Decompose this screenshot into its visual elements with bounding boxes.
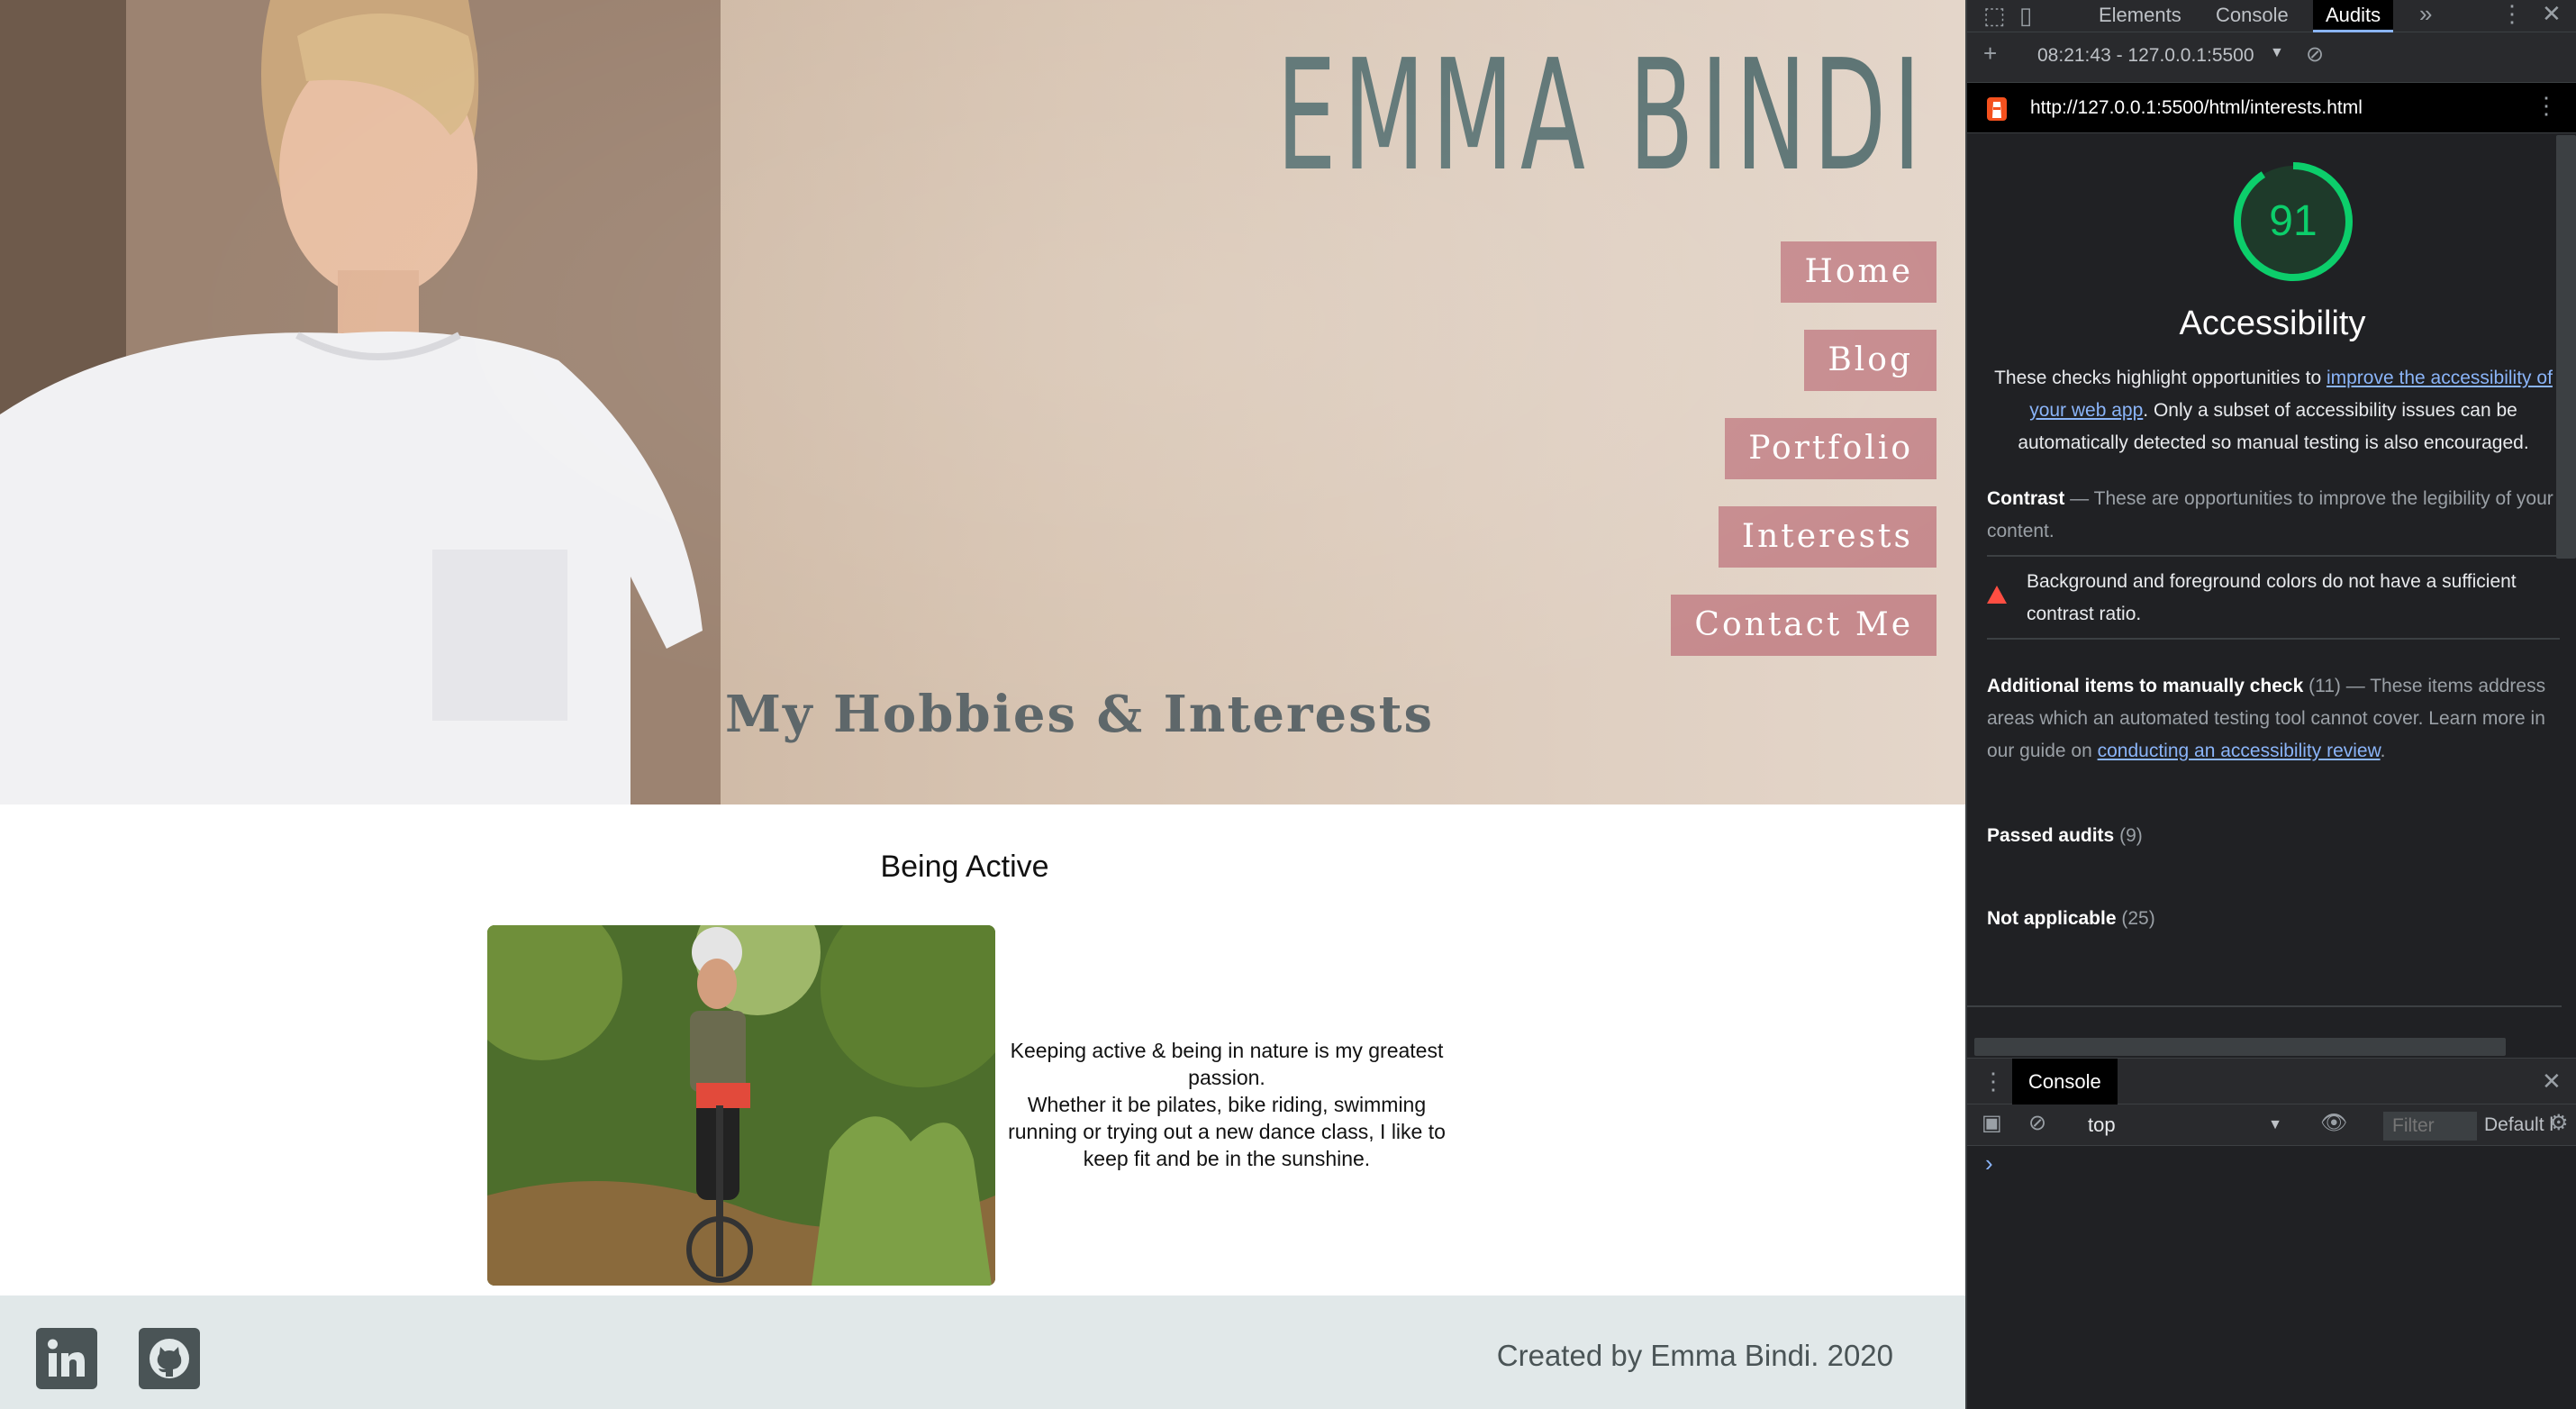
- section-text-line2: Whether it be pilates, bike riding, swim…: [1008, 1093, 1446, 1170]
- console-filter-input[interactable]: [2383, 1112, 2477, 1141]
- passed-count: (9): [2119, 825, 2143, 846]
- not-applicable-group[interactable]: Not applicable (25): [1987, 903, 2554, 935]
- devtools-panel: ⬚ ▯ Elements Console Audits » ⋮ ✕ + 08:2…: [1965, 0, 2576, 1409]
- report-selector[interactable]: 08:21:43 - 127.0.0.1:5500: [2037, 45, 2254, 67]
- divider: [1967, 1005, 2562, 1007]
- manual-count: (11): [2308, 676, 2341, 696]
- divider: [1987, 638, 2560, 640]
- hero-banner: EMMA BINDI Home Blog Portfolio Interests…: [0, 0, 1965, 804]
- more-tabs-icon[interactable]: »: [2419, 0, 2432, 28]
- score-value: 91: [2269, 197, 2317, 245]
- nav-home-button[interactable]: Home: [1781, 241, 1937, 303]
- category-description-pre: These checks highlight opportunities to: [1994, 368, 2327, 388]
- contrast-group[interactable]: Contrast — These are opportunities to im…: [1987, 483, 2554, 548]
- kebab-menu-icon[interactable]: ⋮: [2500, 0, 2524, 28]
- warning-icon: [1987, 586, 2007, 604]
- site-title: EMMA BINDI: [1276, 27, 1927, 205]
- website-viewport: EMMA BINDI Home Blog Portfolio Interests…: [0, 0, 1965, 1409]
- footer-credit: Created by Emma Bindi. 2020: [1496, 1339, 1893, 1372]
- new-audit-icon[interactable]: +: [1983, 40, 1997, 68]
- clear-console-icon[interactable]: ⊘: [2028, 1110, 2046, 1136]
- passed-audits-group[interactable]: Passed audits (9): [1987, 820, 2554, 852]
- gear-icon[interactable]: ⚙: [2549, 1110, 2569, 1136]
- section-text-line1: Keeping active & being in nature is my g…: [1010, 1039, 1444, 1089]
- manual-title: Additional items to manually check: [1987, 676, 2304, 696]
- audit-url-bar: http://127.0.0.1:5500/html/interests.htm…: [1967, 83, 2576, 133]
- nav-contact-button[interactable]: Contact Me: [1671, 595, 1937, 656]
- close-devtools-icon[interactable]: ✕: [2542, 0, 2562, 28]
- tab-elements[interactable]: Elements: [2086, 0, 2194, 32]
- inspect-element-icon[interactable]: ⬚: [1983, 2, 2006, 30]
- na-title: Not applicable: [1987, 908, 2117, 929]
- hero-portrait-image: [0, 0, 721, 804]
- github-icon[interactable]: [139, 1328, 200, 1389]
- nav-portfolio-button[interactable]: Portfolio: [1725, 418, 1937, 479]
- tab-audits[interactable]: Audits: [2313, 0, 2394, 32]
- accessibility-review-link[interactable]: conducting an accessibility review: [2098, 741, 2381, 761]
- devtools-tabbar: ⬚ ▯ Elements Console Audits » ⋮ ✕: [1967, 0, 2576, 32]
- passed-title: Passed audits: [1987, 825, 2115, 846]
- contrast-title: Contrast: [1987, 488, 2065, 509]
- contrast-description: These are opportunities to improve the l…: [1987, 488, 2553, 541]
- na-count: (25): [2121, 908, 2155, 929]
- close-drawer-icon[interactable]: ✕: [2542, 1068, 2562, 1095]
- hero-subtitle: My Hobbies & Interests: [725, 685, 1435, 744]
- category-title: Accessibility: [2179, 305, 2366, 342]
- chevron-down-icon[interactable]: ▼: [2270, 45, 2284, 61]
- tab-console[interactable]: Console: [2203, 0, 2301, 32]
- report-menu-icon[interactable]: ⋮: [2535, 92, 2558, 120]
- category-description: These checks highlight opportunities to …: [1994, 362, 2553, 459]
- contrast-audit-item[interactable]: Background and foreground colors do not …: [2027, 566, 2567, 631]
- drawer-tab-console[interactable]: Console: [2012, 1059, 2118, 1105]
- console-toolbar: ▣ ⊘ top ▼ 👁 Default levels ⚙: [1967, 1104, 2576, 1146]
- log-levels-dropdown[interactable]: Default levels: [2484, 1110, 2553, 1141]
- section-heading: Being Active: [880, 850, 1049, 884]
- main-nav: Home Blog Portfolio Interests Contact Me: [1671, 241, 1937, 656]
- nav-interests-button[interactable]: Interests: [1718, 506, 1937, 568]
- linkedin-icon[interactable]: [36, 1328, 97, 1389]
- audit-report: 91 Accessibility These checks highlight …: [1967, 135, 2562, 1036]
- section-text: Keeping active & being in nature is my g…: [1002, 1037, 1452, 1172]
- lighthouse-icon: [1987, 97, 2007, 121]
- console-prompt[interactable]: ›: [1985, 1150, 1993, 1177]
- clear-icon[interactable]: ⊘: [2306, 41, 2324, 68]
- context-value: top: [2088, 1114, 2116, 1136]
- eye-icon[interactable]: 👁: [2320, 1110, 2347, 1136]
- device-toolbar-icon[interactable]: ▯: [2019, 2, 2032, 30]
- audited-url: http://127.0.0.1:5500/html/interests.htm…: [2030, 97, 2363, 118]
- manual-checks-group[interactable]: Additional items to manually check (11) …: [1987, 670, 2554, 768]
- console-drawer-tabbar: ⋮ Console ✕: [1967, 1058, 2576, 1105]
- cyclist-photo: [487, 925, 995, 1286]
- report-scrollbar-horizontal[interactable]: [1974, 1038, 2506, 1056]
- audit-report-bar: + 08:21:43 - 127.0.0.1:5500 ▼ ⊘: [1967, 32, 2576, 83]
- being-active-section: Being Active Keeping active & being in n…: [0, 804, 1965, 1295]
- sidebar-toggle-icon[interactable]: ▣: [1982, 1110, 2002, 1136]
- site-footer: Created by Emma Bindi. 2020: [0, 1295, 1965, 1409]
- context-selector[interactable]: top ▼: [2075, 1110, 2291, 1141]
- drawer-menu-icon[interactable]: ⋮: [1982, 1068, 2005, 1095]
- divider: [1987, 555, 2560, 557]
- chevron-down-icon: ▼: [2268, 1117, 2282, 1132]
- nav-blog-button[interactable]: Blog: [1804, 330, 1937, 391]
